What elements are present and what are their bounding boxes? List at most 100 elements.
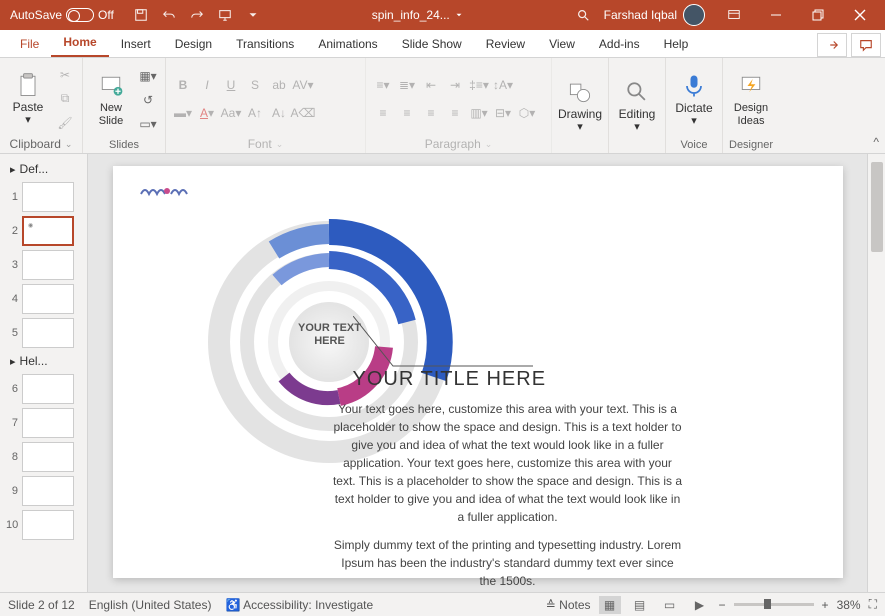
tab-design[interactable]: Design	[163, 31, 224, 57]
slide-thumb-6[interactable]: 6	[0, 372, 87, 406]
decrease-font-button[interactable]: A↓	[268, 102, 290, 124]
new-slide-button[interactable]: New Slide	[89, 67, 133, 133]
minimize-button[interactable]	[755, 0, 797, 30]
strikethrough-button[interactable]: S	[244, 74, 266, 96]
shadow-button[interactable]: ab	[268, 74, 290, 96]
slide-thumb-8[interactable]: 8	[0, 440, 87, 474]
ribbon-display-button[interactable]	[713, 0, 755, 30]
user-name: Farshad Iqbal	[604, 8, 677, 22]
account-button[interactable]: Farshad Iqbal	[596, 4, 713, 26]
format-painter-button[interactable]: 🖌	[54, 112, 76, 134]
slide-thumb-1[interactable]: 1	[0, 180, 87, 214]
tab-review[interactable]: Review	[474, 31, 537, 57]
slide-thumb-2[interactable]: 2◉	[0, 214, 87, 248]
numbering-button[interactable]: ≣▾	[396, 74, 418, 96]
align-left-button[interactable]: ≡	[372, 102, 394, 124]
copy-button[interactable]: ⧉	[54, 88, 76, 110]
body-placeholder[interactable]: Your text goes here, customize this area…	[333, 400, 683, 592]
increase-font-button[interactable]: A↑	[244, 102, 266, 124]
share-button[interactable]	[817, 33, 847, 57]
slide-counter[interactable]: Slide 2 of 12	[8, 598, 75, 612]
cut-button[interactable]: ✂	[54, 64, 76, 86]
dictate-button[interactable]: Dictate▾	[672, 67, 716, 133]
tab-view[interactable]: View	[537, 31, 587, 57]
paste-button[interactable]: Paste▾	[6, 66, 50, 132]
tab-animations[interactable]: Animations	[306, 31, 389, 57]
zoom-out-button[interactable]: −	[719, 598, 726, 612]
section-header[interactable]: ▸ Hel...	[0, 350, 87, 372]
smartart-button[interactable]: ⬡▾	[516, 102, 538, 124]
zoom-level[interactable]: 38%	[837, 598, 861, 612]
clear-format-button[interactable]: A⌫	[292, 102, 314, 124]
reset-button[interactable]: ↺	[137, 89, 159, 111]
save-button[interactable]	[128, 2, 154, 28]
language-indicator[interactable]: English (United States)	[89, 598, 212, 612]
notes-button[interactable]: ≙ Notes	[546, 598, 591, 612]
columns-button[interactable]: ▥▾	[468, 102, 490, 124]
change-case-button[interactable]: Aa▾	[220, 102, 242, 124]
normal-view-button[interactable]: ▦	[599, 596, 621, 614]
dialog-launcher-icon[interactable]: ⌄	[485, 139, 493, 150]
dialog-launcher-icon[interactable]: ⌄	[276, 139, 284, 150]
text-direction-button[interactable]: ↕A▾	[492, 74, 514, 96]
tab-file[interactable]: File	[8, 31, 51, 57]
redo-button[interactable]	[184, 2, 210, 28]
slide-thumb-4[interactable]: 4	[0, 282, 87, 316]
accessibility-checker[interactable]: ♿ Accessibility: Investigate	[225, 598, 373, 612]
slideshow-view-button[interactable]: ▶	[689, 596, 711, 614]
tab-slide-show[interactable]: Slide Show	[390, 31, 474, 57]
justify-button[interactable]: ≡	[444, 102, 466, 124]
bold-button[interactable]: B	[172, 74, 194, 96]
vertical-scrollbar[interactable]	[867, 154, 885, 592]
tab-home[interactable]: Home	[51, 29, 108, 57]
slide-editor[interactable]: YOUR TEXT HERE YOUR TITLE HERE Your text…	[88, 154, 867, 592]
scrollbar-thumb[interactable]	[871, 162, 883, 252]
bullets-button[interactable]: ≡▾	[372, 74, 394, 96]
title-placeholder[interactable]: YOUR TITLE HERE	[353, 368, 547, 391]
slide-thumb-3[interactable]: 3	[0, 248, 87, 282]
increase-indent-button[interactable]: ⇥	[444, 74, 466, 96]
tab-insert[interactable]: Insert	[109, 31, 163, 57]
reading-view-button[interactable]: ▭	[659, 596, 681, 614]
section-header[interactable]: ▸ Def...	[0, 158, 87, 180]
slide-thumb-7[interactable]: 7	[0, 406, 87, 440]
fit-to-window-button[interactable]: ⛶	[869, 597, 877, 612]
slide-thumb-5[interactable]: 5	[0, 316, 87, 350]
align-text-button[interactable]: ⊟▾	[492, 102, 514, 124]
document-title[interactable]: spin_info_24...	[266, 8, 570, 22]
tab-help[interactable]: Help	[652, 31, 701, 57]
layout-button[interactable]: ▦▾	[137, 65, 159, 87]
align-right-button[interactable]: ≡	[420, 102, 442, 124]
slide-thumb-9[interactable]: 9	[0, 474, 87, 508]
slide-canvas[interactable]: YOUR TEXT HERE YOUR TITLE HERE Your text…	[113, 166, 843, 578]
slide-panel[interactable]: ▸ Def... 1 2◉ 3 4 5 ▸ Hel... 6 7 8 9 10	[0, 154, 88, 592]
character-spacing-button[interactable]: AV▾	[292, 74, 314, 96]
close-button[interactable]	[839, 0, 881, 30]
tab-add-ins[interactable]: Add-ins	[587, 31, 652, 57]
present-button[interactable]	[212, 2, 238, 28]
align-center-button[interactable]: ≡	[396, 102, 418, 124]
slide-thumb-10[interactable]: 10	[0, 508, 87, 542]
dialog-launcher-icon[interactable]: ⌄	[65, 139, 73, 150]
design-ideas-button[interactable]: Design Ideas	[729, 67, 773, 133]
autosave-toggle[interactable]: AutoSave Off	[4, 8, 120, 22]
underline-button[interactable]: U	[220, 74, 242, 96]
section-button[interactable]: ▭▾	[137, 113, 159, 135]
italic-button[interactable]: I	[196, 74, 218, 96]
line-spacing-button[interactable]: ‡≡▾	[468, 74, 490, 96]
drawing-button[interactable]: Drawing▾	[558, 73, 602, 139]
font-color-button[interactable]: A▾	[196, 102, 218, 124]
restore-button[interactable]	[797, 0, 839, 30]
sorter-view-button[interactable]: ▤	[629, 596, 651, 614]
collapse-ribbon-button[interactable]: ^	[873, 135, 879, 149]
search-button[interactable]	[570, 2, 596, 28]
zoom-in-button[interactable]: +	[822, 598, 829, 612]
undo-button[interactable]	[156, 2, 182, 28]
qat-more-button[interactable]	[240, 2, 266, 28]
comments-button[interactable]	[851, 33, 881, 57]
editing-button[interactable]: Editing▾	[615, 73, 659, 139]
tab-transitions[interactable]: Transitions	[224, 31, 306, 57]
decrease-indent-button[interactable]: ⇤	[420, 74, 442, 96]
highlight-button[interactable]: ▬▾	[172, 102, 194, 124]
zoom-slider[interactable]	[734, 603, 814, 606]
